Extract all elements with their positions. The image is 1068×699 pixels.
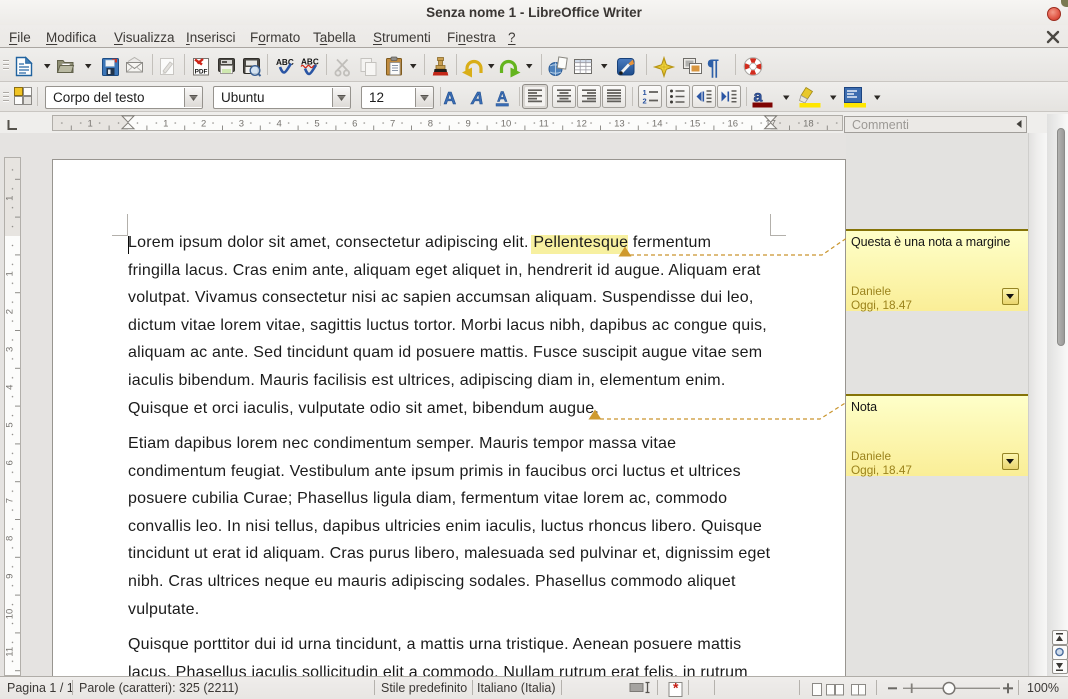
svg-text:8: 8 [428,119,433,130]
svg-text:6: 6 [352,119,357,130]
svg-text:5: 5 [314,119,319,130]
svg-text:1: 1 [163,119,168,130]
svg-text:4: 4 [277,119,282,130]
svg-text:3: 3 [239,119,244,130]
svg-text:10: 10 [501,119,512,130]
svg-text:15: 15 [690,119,701,130]
svg-text:9: 9 [466,119,471,130]
svg-text:¶: ¶ [707,55,719,80]
svg-text:16: 16 [728,119,739,130]
svg-text:1: 1 [88,119,93,130]
svg-text:*: * [673,680,679,696]
svg-text:14: 14 [652,119,663,130]
svg-text:12: 12 [576,119,587,130]
svg-text:18: 18 [803,119,814,130]
svg-text:2: 2 [201,119,206,130]
svg-text:2: 2 [643,97,647,106]
svg-text:13: 13 [614,119,625,130]
svg-text:PDF: PDF [195,69,208,76]
svg-text:7: 7 [390,119,395,130]
svg-text:A: A [497,90,508,106]
svg-text:A: A [444,88,457,108]
svg-text:11: 11 [539,119,549,130]
svg-text:A: A [470,88,484,108]
